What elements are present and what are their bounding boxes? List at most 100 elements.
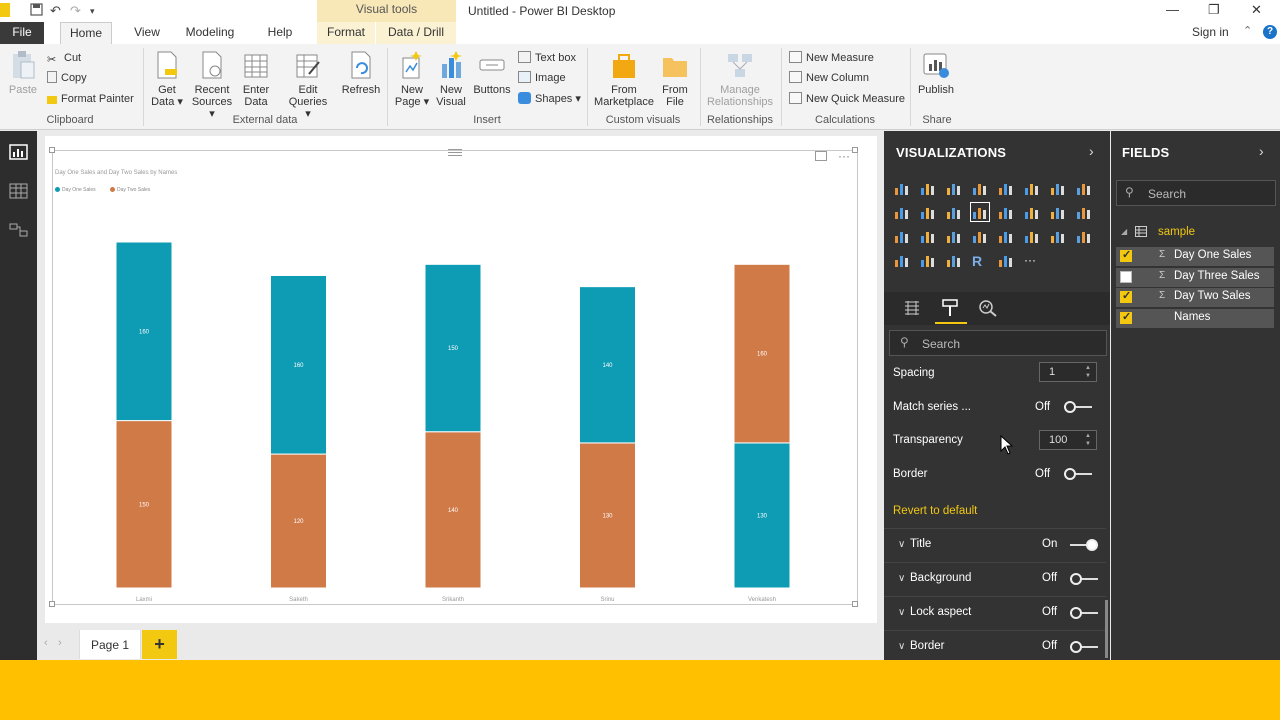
- next-page-icon[interactable]: ›: [58, 637, 62, 649]
- tab-data-drill[interactable]: Data / Drill: [376, 22, 456, 44]
- page-tab-page-1[interactable]: Page 1: [79, 630, 141, 659]
- new-column-button[interactable]: New Column: [789, 70, 869, 86]
- spinner-arrows-icon[interactable]: ▲ ▼: [1085, 364, 1091, 380]
- sign-in-link[interactable]: Sign in: [1192, 25, 1229, 39]
- manage-relationships-button[interactable]: Manage Relationships: [704, 50, 776, 108]
- format-search-input[interactable]: ⚲ Search: [889, 330, 1107, 356]
- pie-visual-icon[interactable]: [1050, 205, 1065, 220]
- fields-tab-icon[interactable]: [903, 299, 921, 317]
- scatter-visual-icon[interactable]: [1024, 205, 1039, 220]
- matrix-visual-icon[interactable]: [946, 253, 961, 268]
- edit-queries-button[interactable]: Edit Queries ▾: [285, 50, 331, 120]
- customize-toolbar-icon[interactable]: ▾: [90, 6, 95, 17]
- stacked-bar-visual-icon[interactable]: [894, 181, 909, 196]
- slicer-visual-icon[interactable]: [894, 253, 909, 268]
- close-icon[interactable]: ✕: [1251, 2, 1262, 18]
- prev-page-icon[interactable]: ‹: [44, 637, 48, 649]
- transparency-spinner[interactable]: 100 ▲ ▼: [1039, 430, 1097, 450]
- from-marketplace-button[interactable]: From Marketplace: [592, 50, 656, 108]
- section-border[interactable]: ∨ Border Off: [884, 630, 1106, 660]
- field-checkbox[interactable]: [1120, 310, 1132, 324]
- line-column-visual-icon[interactable]: [920, 205, 935, 220]
- field-checkbox[interactable]: [1120, 289, 1132, 303]
- redo-icon[interactable]: ↷: [70, 3, 81, 19]
- format-paint-roller-icon[interactable]: [941, 298, 959, 318]
- from-file-button[interactable]: From File: [658, 50, 692, 108]
- new-quick-measure-button[interactable]: New Quick Measure: [789, 91, 905, 107]
- funnel-visual-icon[interactable]: [972, 229, 987, 244]
- treemap-visual-icon[interactable]: [894, 229, 909, 244]
- clustered-bar-visual-icon[interactable]: [946, 181, 961, 196]
- field-checkbox[interactable]: [1120, 270, 1132, 283]
- multi-row-card-visual-icon[interactable]: [1050, 229, 1065, 244]
- collapse-visualizations-icon[interactable]: ›: [1089, 143, 1094, 159]
- enter-data-button[interactable]: Enter Data: [238, 50, 274, 108]
- tab-modeling[interactable]: Modeling: [180, 22, 240, 44]
- stacked-area-visual-icon[interactable]: [894, 205, 909, 220]
- match-series-toggle[interactable]: [1064, 401, 1092, 413]
- data-view-icon[interactable]: [9, 183, 28, 199]
- collapse-ribbon-icon[interactable]: ⌃: [1243, 24, 1252, 37]
- field-day-one-sales[interactable]: Σ Day One Sales: [1116, 247, 1274, 266]
- section-background[interactable]: ∨ Background Off: [884, 562, 1106, 595]
- filled-map-visual-icon[interactable]: [946, 229, 961, 244]
- text-box-button[interactable]: Text box: [518, 50, 576, 66]
- line-stacked-column-visual-icon[interactable]: [946, 205, 961, 220]
- field-day-two-sales[interactable]: Σ Day Two Sales: [1116, 288, 1274, 307]
- recent-sources-button[interactable]: Recent Sources ▾: [189, 50, 235, 120]
- table-name-sample[interactable]: sample: [1158, 226, 1195, 238]
- cut-button[interactable]: ✂ Cut: [47, 50, 81, 66]
- clustered-column-visual-icon[interactable]: [972, 181, 987, 196]
- section-toggle[interactable]: [1070, 641, 1098, 653]
- section-title[interactable]: ∨ Title On: [884, 528, 1106, 561]
- tab-file[interactable]: File: [0, 22, 44, 44]
- new-measure-button[interactable]: New Measure: [789, 50, 874, 66]
- revert-to-default-link[interactable]: Revert to default: [893, 505, 977, 517]
- chevron-down-icon[interactable]: ∨: [898, 641, 905, 652]
- relationships-view-icon[interactable]: [9, 222, 28, 238]
- map-visual-icon[interactable]: [920, 229, 935, 244]
- section-toggle[interactable]: [1070, 573, 1098, 585]
- tab-help[interactable]: Help: [260, 22, 300, 44]
- fields-search-input[interactable]: ⚲ Search: [1116, 180, 1276, 206]
- new-visual-button[interactable]: New Visual: [433, 50, 469, 108]
- field-day-three-sales[interactable]: Σ Day Three Sales: [1116, 267, 1274, 287]
- tab-view[interactable]: View: [126, 22, 168, 44]
- get-data-button[interactable]: Get Data ▾: [148, 50, 186, 108]
- section-lock-aspect[interactable]: ∨ Lock aspect Off: [884, 596, 1106, 629]
- paste-button[interactable]: Paste: [6, 50, 40, 96]
- chevron-down-icon[interactable]: ∨: [898, 607, 905, 618]
- more-visual-icon[interactable]: ···: [1024, 253, 1039, 268]
- 100-bar-visual-icon[interactable]: [998, 181, 1013, 196]
- expand-table-icon[interactable]: ◢: [1121, 227, 1127, 236]
- tab-home[interactable]: Home: [60, 22, 112, 44]
- line-visual-icon[interactable]: [1050, 181, 1065, 196]
- table-visual-icon[interactable]: [920, 253, 935, 268]
- chevron-down-icon[interactable]: ∨: [898, 573, 905, 584]
- pane-scrollbar[interactable]: [1105, 600, 1108, 658]
- copy-button[interactable]: Copy: [47, 70, 87, 86]
- help-icon[interactable]: ?: [1263, 25, 1277, 39]
- section-toggle[interactable]: [1070, 539, 1098, 551]
- globe-visual-icon[interactable]: [998, 253, 1013, 268]
- collapse-fields-icon[interactable]: ›: [1259, 143, 1264, 159]
- undo-icon[interactable]: ↶: [50, 3, 61, 19]
- r-visual-visual-icon[interactable]: R: [972, 253, 987, 269]
- minimize-icon[interactable]: —: [1166, 2, 1179, 17]
- image-button[interactable]: Image: [518, 70, 566, 86]
- border-toggle[interactable]: [1064, 468, 1092, 480]
- section-toggle[interactable]: [1070, 607, 1098, 619]
- kpi-visual-icon[interactable]: [1076, 229, 1091, 244]
- card-visual-icon[interactable]: [1024, 229, 1039, 244]
- area-visual-icon[interactable]: [1076, 181, 1091, 196]
- 100-column-visual-icon[interactable]: [1024, 181, 1039, 196]
- add-page-button[interactable]: +: [142, 630, 177, 659]
- save-icon[interactable]: [30, 3, 43, 19]
- spacing-spinner[interactable]: 1 ▲ ▼: [1039, 362, 1097, 382]
- chevron-down-icon[interactable]: ∨: [898, 539, 905, 550]
- new-page-button[interactable]: New Page ▾: [394, 50, 430, 108]
- field-checkbox[interactable]: [1120, 248, 1132, 262]
- spinner-arrows-icon[interactable]: ▲ ▼: [1085, 432, 1091, 448]
- format-painter-button[interactable]: Format Painter: [47, 91, 134, 107]
- refresh-button[interactable]: Refresh: [339, 50, 383, 96]
